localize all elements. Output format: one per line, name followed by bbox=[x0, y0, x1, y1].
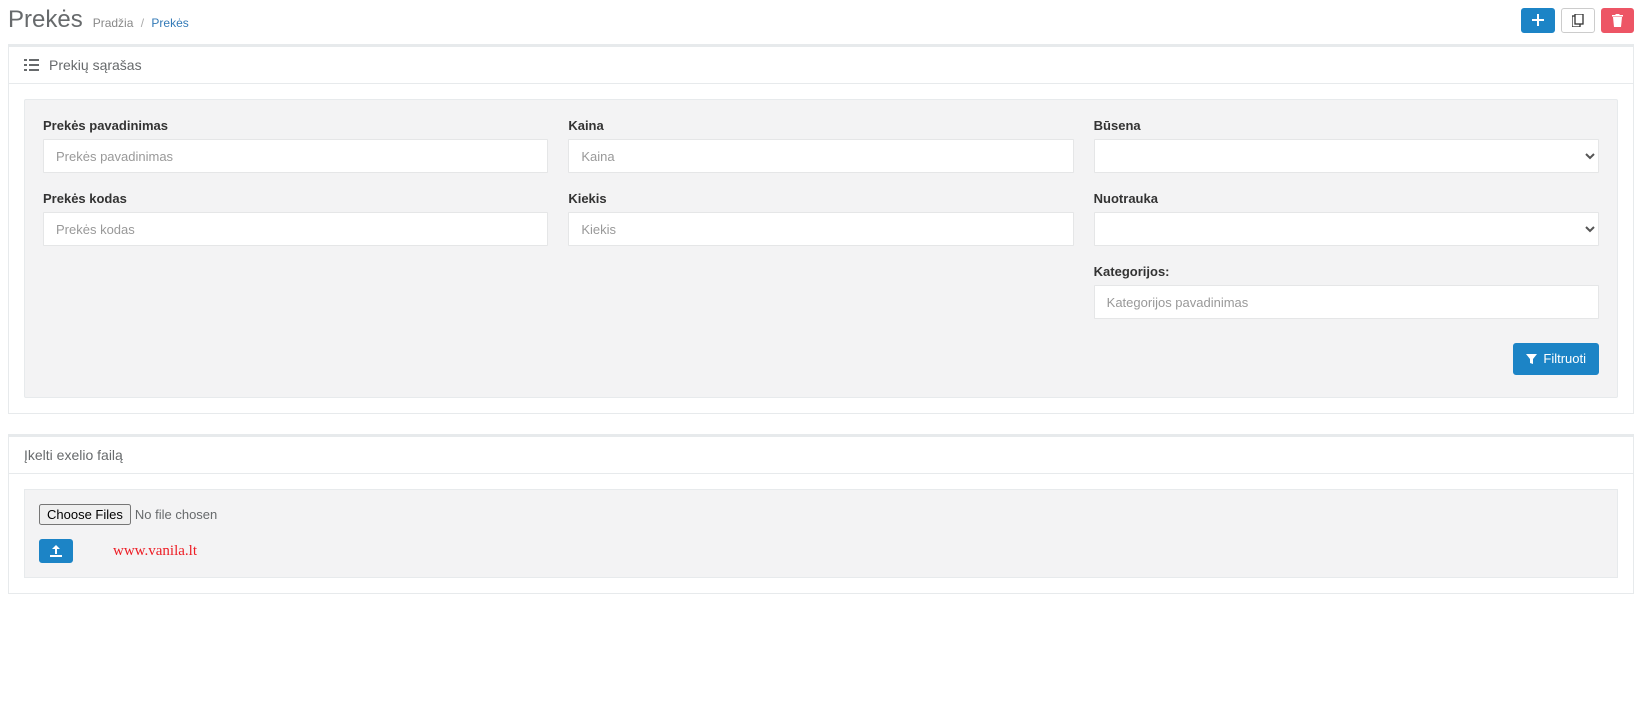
filter-button[interactable]: Filtruoti bbox=[1513, 343, 1599, 375]
copy-icon bbox=[1572, 14, 1584, 27]
delete-button[interactable] bbox=[1601, 8, 1634, 33]
file-input[interactable] bbox=[39, 504, 285, 525]
upload-panel-heading: Įkelti exelio failą bbox=[9, 437, 1633, 474]
page-title: Prekės bbox=[8, 6, 83, 34]
filter-icon bbox=[1526, 354, 1537, 365]
photo-label: Nuotrauka bbox=[1094, 191, 1599, 206]
products-panel: Prekių sąrašas Prekės pavadinimas Prekės… bbox=[8, 44, 1634, 414]
price-input[interactable] bbox=[568, 139, 1073, 173]
filter-form: Prekės pavadinimas Prekės kodas Kaina Ki… bbox=[24, 99, 1618, 398]
qty-label: Kiekis bbox=[568, 191, 1073, 206]
add-button[interactable] bbox=[1521, 8, 1555, 33]
code-input[interactable] bbox=[43, 212, 548, 246]
status-label: Būsena bbox=[1094, 118, 1599, 133]
breadcrumb: Pradžia / Prekės bbox=[93, 16, 189, 30]
photo-select[interactable] bbox=[1094, 212, 1599, 246]
filter-button-label: Filtruoti bbox=[1543, 350, 1586, 368]
breadcrumb-home[interactable]: Pradžia bbox=[93, 16, 134, 30]
watermark-text: www.vanila.lt bbox=[113, 543, 197, 560]
header-actions bbox=[1521, 8, 1634, 33]
list-icon bbox=[24, 59, 39, 71]
upload-button[interactable] bbox=[39, 539, 73, 563]
categories-label: Kategorijos: bbox=[1094, 264, 1599, 279]
name-label: Prekės pavadinimas bbox=[43, 118, 548, 133]
trash-icon bbox=[1612, 14, 1623, 27]
upload-panel: Įkelti exelio failą www.vanila.lt bbox=[8, 434, 1634, 594]
categories-input[interactable] bbox=[1094, 285, 1599, 319]
products-panel-title: Prekių sąrašas bbox=[49, 57, 142, 73]
price-label: Kaina bbox=[568, 118, 1073, 133]
upload-form: www.vanila.lt bbox=[24, 489, 1618, 578]
code-label: Prekės kodas bbox=[43, 191, 548, 206]
qty-input[interactable] bbox=[568, 212, 1073, 246]
status-select[interactable] bbox=[1094, 139, 1599, 173]
upload-panel-title: Įkelti exelio failą bbox=[24, 447, 123, 463]
copy-button[interactable] bbox=[1561, 8, 1595, 33]
breadcrumb-current[interactable]: Prekės bbox=[151, 16, 188, 30]
name-input[interactable] bbox=[43, 139, 548, 173]
products-panel-heading: Prekių sąrašas bbox=[9, 47, 1633, 84]
upload-icon bbox=[50, 545, 62, 557]
plus-icon bbox=[1532, 14, 1544, 26]
breadcrumb-separator: / bbox=[141, 16, 144, 30]
